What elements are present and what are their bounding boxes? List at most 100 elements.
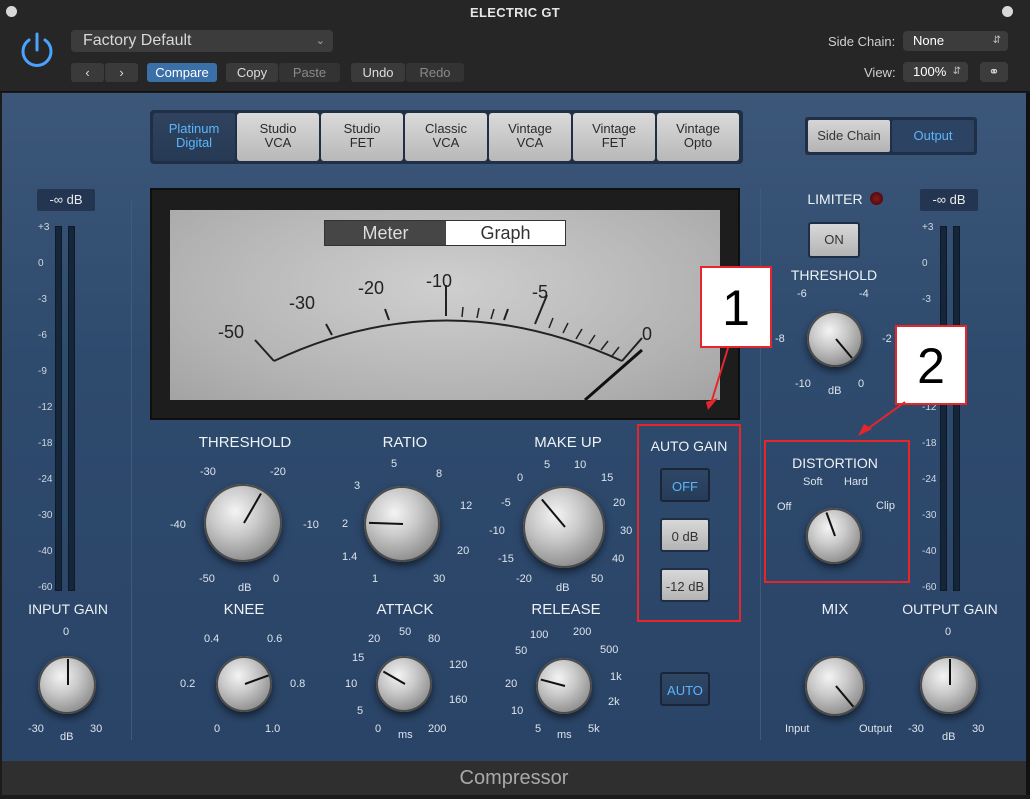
mix-knob[interactable] [805, 656, 865, 716]
power-icon[interactable] [17, 30, 57, 70]
redo-button[interactable]: Redo [406, 63, 464, 82]
input-meter-scale-tick-6: -18 [38, 438, 53, 449]
meter-graph-toggle: Meter Graph [324, 220, 566, 246]
mode-studio-vca[interactable]: Studio VCA [237, 113, 319, 161]
input-gain-unit: dB [60, 731, 74, 743]
threshold-tick-20: -20 [270, 466, 286, 478]
input-meter-scale-tick-1: 0 [38, 258, 44, 269]
input-meter-scale-tick-5: -12 [38, 402, 53, 413]
input-gain-knob[interactable] [38, 656, 96, 714]
mode-vintage-fet[interactable]: Vintage FET [573, 113, 655, 161]
limiter-threshold-label: THRESHOLD [790, 267, 878, 283]
view-label: View: [864, 65, 896, 80]
mode-classic-vca[interactable]: Classic VCA [405, 113, 487, 161]
makeup-tick-10-neg: -10 [489, 525, 505, 537]
divider-left [131, 200, 132, 740]
mode-studio-fet[interactable]: Studio FET [321, 113, 403, 161]
link-icon[interactable]: ⚭ [980, 62, 1008, 82]
side-chain-button[interactable]: Side Chain [808, 120, 890, 152]
compare-button[interactable]: Compare [147, 63, 217, 82]
ratio-tick-3: 3 [354, 480, 361, 492]
input-meter-scale-tick-4: -9 [38, 366, 47, 377]
input-level-readout: -∞ dB [37, 189, 95, 211]
meter-tab[interactable]: Meter [325, 221, 446, 245]
knee-tick-0: 0 [214, 723, 221, 735]
output-meter-scale-tick-10: -60 [922, 582, 937, 593]
output-meter-scale-tick-1: 0 [922, 258, 928, 269]
title-bar: ELECTRIC GT Factory Default ⌄ ‹ › Compar… [0, 0, 1030, 92]
copy-button[interactable]: Copy [226, 63, 278, 82]
input-meter-scale-tick-9: -40 [38, 546, 53, 557]
input-meter-scale-tick-7: -24 [38, 474, 53, 485]
paste-button[interactable]: Paste [279, 63, 340, 82]
distortion-clip-label: Clip [876, 500, 895, 512]
graph-tab[interactable]: Graph [446, 221, 565, 245]
makeup-tick-20-neg: -20 [516, 573, 532, 585]
auto-gain-0db-button[interactable]: 0 dB [660, 518, 710, 552]
makeup-tick-40: 40 [612, 553, 625, 565]
input-meter-left [55, 226, 62, 591]
ratio-knob[interactable] [364, 486, 440, 562]
release-tick-20: 20 [505, 678, 518, 690]
output-button[interactable]: Output [892, 120, 974, 152]
vu-label-5: -5 [532, 282, 549, 302]
attack-tick-15: 15 [352, 652, 365, 664]
preset-dropdown[interactable]: Factory Default ⌄ [71, 30, 333, 52]
vu-label-0: 0 [642, 324, 653, 344]
attack-knob[interactable] [376, 656, 432, 712]
meter-source-toggle: Side Chain Output [805, 117, 977, 155]
mode-vintage-opto[interactable]: Vintage Opto [657, 113, 739, 161]
makeup-tick-50: 50 [591, 573, 604, 585]
ratio-label: RATIO [382, 434, 428, 451]
auto-gain-off-button[interactable]: OFF [660, 468, 710, 502]
ratio-tick-5: 5 [391, 458, 398, 470]
threshold-label: THRESHOLD [198, 434, 292, 451]
limiter-on-button[interactable]: ON [808, 222, 860, 258]
distortion-knob[interactable] [806, 508, 862, 564]
auto-gain-12db-button[interactable]: -12 dB [660, 568, 710, 602]
distortion-soft-label: Soft [803, 476, 823, 488]
output-meter-scale-tick-8: -30 [922, 510, 937, 521]
attack-tick-0: 0 [375, 723, 382, 735]
attack-tick-160: 160 [449, 694, 468, 706]
vu-label-50: -50 [218, 322, 245, 342]
release-auto-button[interactable]: AUTO [660, 672, 710, 706]
limiter-led-icon [870, 192, 883, 205]
plugin-name: Compressor [2, 761, 1026, 795]
attack-tick-50: 50 [399, 626, 412, 638]
mode-platinum-digital[interactable]: Platinum Digital [153, 113, 235, 161]
next-preset-button[interactable]: › [105, 63, 138, 82]
view-zoom-select[interactable]: 100% ⇵ [903, 62, 968, 82]
threshold-knob[interactable] [204, 484, 282, 562]
threshold-tick-10: -10 [303, 519, 319, 531]
output-level-readout: -∞ dB [920, 189, 978, 211]
knee-label: KNEE [223, 601, 265, 618]
circuit-type-selector: Platinum Digital Studio VCA Studio FET Clas… [150, 110, 743, 164]
previous-preset-button[interactable]: ‹ [71, 63, 104, 82]
mode-vintage-vca[interactable]: Vintage VCA [489, 113, 571, 161]
knee-tick-0-8: 0.8 [290, 678, 306, 690]
mix-label: MIX [821, 601, 849, 618]
makeup-knob[interactable] [523, 486, 605, 568]
makeup-unit: dB [556, 582, 570, 594]
release-tick-500: 500 [600, 644, 619, 656]
ratio-tick-20: 20 [457, 545, 470, 557]
ratio-tick-8: 8 [436, 468, 443, 480]
vu-label-30: -30 [289, 293, 316, 313]
knee-tick-0-4: 0.4 [204, 633, 220, 645]
input-meter-right [68, 226, 75, 591]
threshold-tick-40: -40 [170, 519, 186, 531]
knee-tick-0-2: 0.2 [180, 678, 196, 690]
release-tick-10: 10 [511, 705, 524, 717]
knee-knob[interactable] [216, 656, 272, 712]
attack-tick-120: 120 [449, 659, 468, 671]
input-meter-scale-tick-0: +3 [38, 222, 50, 233]
release-knob[interactable] [536, 658, 592, 714]
output-gain-tick-0: 0 [945, 626, 952, 638]
side-chain-select[interactable]: None ⇵ [903, 31, 1008, 51]
preset-label: Factory Default [83, 32, 192, 49]
callout-arrows [706, 347, 906, 436]
makeup-tick-30: 30 [620, 525, 633, 537]
undo-button[interactable]: Undo [351, 63, 405, 82]
output-gain-knob[interactable] [920, 656, 978, 714]
